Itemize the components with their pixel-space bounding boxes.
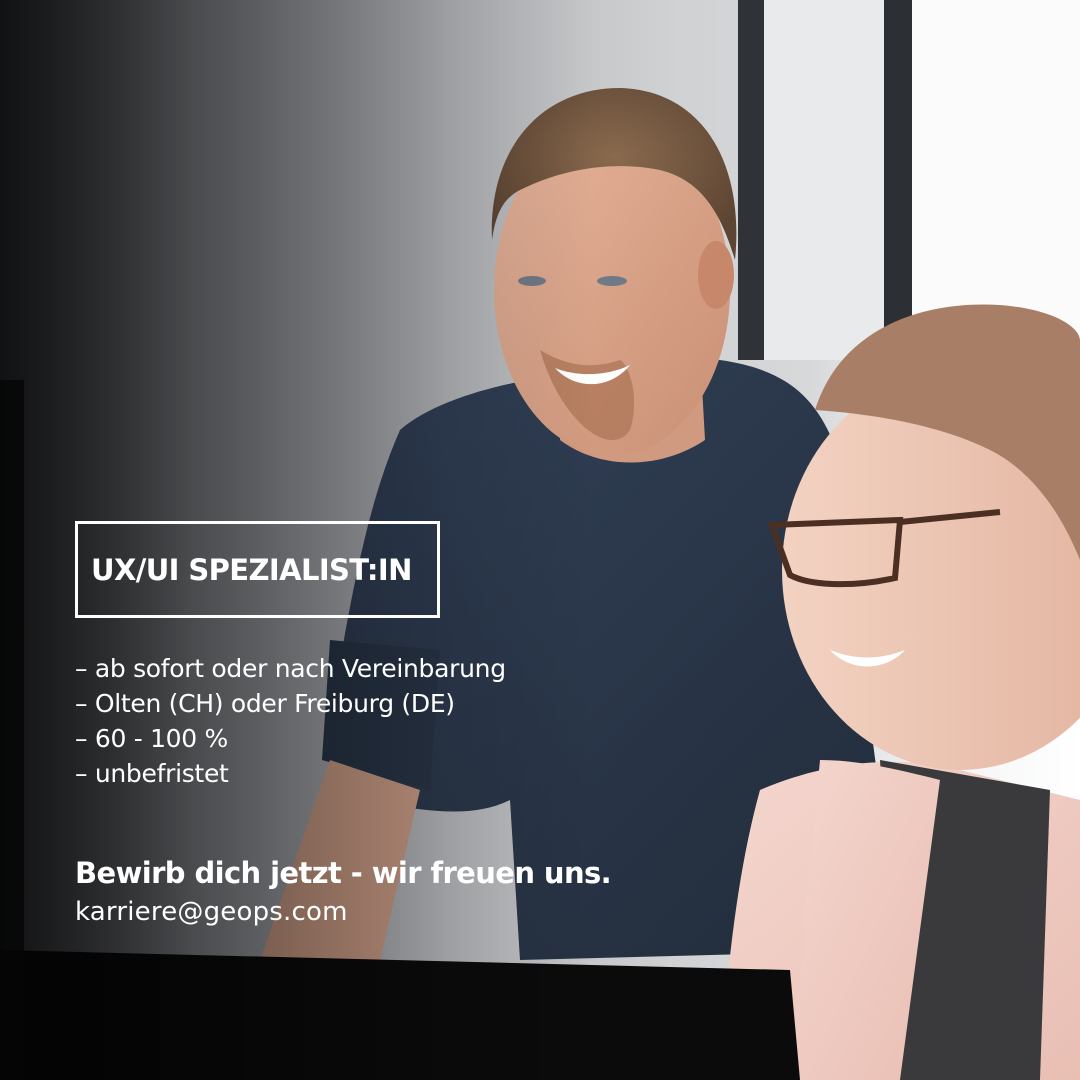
window-frame-right [884,0,912,330]
detail-workload: – 60 - 100 % [75,724,228,753]
window-pane [764,0,884,360]
detail-location: – Olten (CH) oder Freiburg (DE) [75,689,455,718]
headline-frame: UX/UI SPEZIALIST:IN [75,521,440,618]
job-title: UX/UI SPEZIALIST:IN [91,553,412,587]
detail-start: – ab sofort oder nach Vereinbarung [75,654,506,683]
job-text-block: UX/UI SPEZIALIST:IN – ab sofort oder nac… [75,521,635,929]
window-frame-left [738,0,764,360]
job-details: – ab sofort oder nach Vereinbarung – Olt… [75,651,635,791]
monitor [0,950,800,1080]
contact-email[interactable]: karriere@geops.com [75,895,635,929]
detail-contract: – unbefristet [75,759,229,788]
job-ad-poster: UX/UI SPEZIALIST:IN – ab sofort oder nac… [0,0,1080,1080]
call-to-action: Bewirb dich jetzt - wir freuen uns. [75,856,612,890]
